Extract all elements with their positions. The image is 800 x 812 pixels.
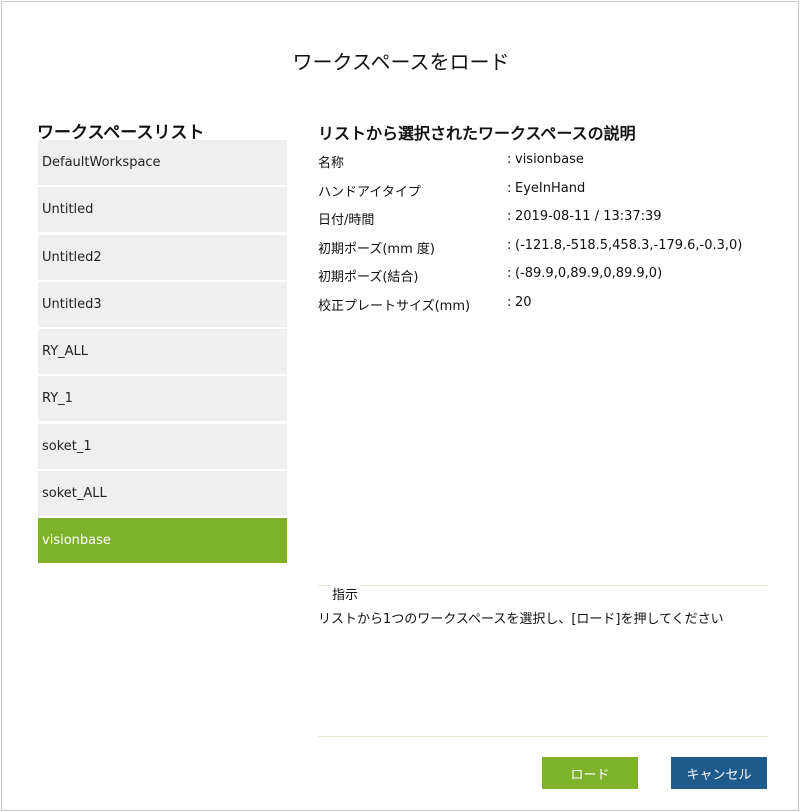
workspace-list-item[interactable]: Untitled: [38, 187, 287, 233]
detail-key: ハンドアイタイプ: [318, 184, 421, 200]
workspace-list: DefaultWorkspace Untitled Untitled2 Unti…: [38, 140, 287, 566]
instruction-text: リストから1つのワークスペースを選択し、[ロード]を押してください: [318, 612, 724, 627]
detail-separator: :: [507, 294, 512, 310]
detail-value: 20: [515, 294, 532, 310]
detail-key: 日付/時間: [318, 213, 375, 229]
detail-value: (-89.9,0,89.9,0,89.9,0): [515, 266, 663, 282]
workspace-list-item[interactable]: Untitled3: [38, 281, 287, 327]
detail-key: 校正プレートサイズ(mm): [318, 298, 471, 314]
workspace-item-label: Untitled3: [42, 296, 102, 312]
workspace-list-item[interactable]: soket_1: [38, 423, 287, 469]
description-heading: リストから選択されたワークスペースの説明: [318, 124, 636, 143]
detail-separator: :: [507, 152, 512, 167]
workspace-item-label: Untitled2: [42, 249, 102, 265]
detail-key: 初期ポーズ(mm 度): [318, 241, 435, 257]
detail-separator: :: [507, 180, 512, 196]
workspace-item-label: soket_1: [42, 438, 92, 454]
detail-row-initial-pose-joint: 初期ポーズ(結合) : (-89.9,0,89.9,0,89.9,0): [318, 266, 778, 295]
workspace-item-label: RY_ALL: [42, 344, 89, 360]
detail-key: 名称: [318, 156, 345, 171]
detail-separator: :: [507, 209, 512, 225]
workspace-list-item[interactable]: DefaultWorkspace: [38, 140, 287, 185]
workspace-list-item-selected[interactable]: visionbase: [38, 518, 287, 564]
detail-value: (-121.8,-518.5,458.3,-179.6,-0.3,0): [515, 237, 743, 253]
load-button[interactable]: ロード: [542, 757, 638, 789]
workspace-list-item[interactable]: RY_ALL: [38, 329, 287, 375]
workspace-item-label: DefaultWorkspace: [42, 155, 161, 170]
instruction-label: 指示: [330, 584, 361, 603]
detail-row-datetime: 日付/時間 : 2019-08-11 / 13:37:39: [318, 209, 778, 238]
detail-value: EyeInHand: [515, 180, 586, 196]
workspace-item-label: Untitled: [42, 202, 94, 218]
workspace-list-item[interactable]: Untitled2: [38, 234, 287, 280]
detail-value: visionbase: [515, 152, 584, 167]
workspace-item-label: visionbase: [42, 533, 111, 549]
description-details: 名称 : visionbase ハンドアイタイプ : EyeInHand 日付/…: [318, 152, 778, 324]
detail-row-hand-eye-type: ハンドアイタイプ : EyeInHand: [318, 181, 778, 210]
workspace-item-label: RY_1: [42, 391, 73, 407]
instruction-box: 指示 リストから1つのワークスペースを選択し、[ロード]を押してください: [318, 584, 768, 737]
workspace-list-item[interactable]: soket_ALL: [38, 471, 287, 517]
detail-separator: :: [507, 266, 512, 282]
detail-value: 2019-08-11 / 13:37:39: [515, 209, 662, 225]
dialog-title: ワークスペースをロード: [292, 50, 510, 74]
load-workspace-dialog: ワークスペースをロード ワークスペースリスト DefaultWorkspace …: [1, 1, 799, 811]
workspace-item-label: soket_ALL: [42, 486, 107, 502]
workspace-list-item[interactable]: RY_1: [38, 376, 287, 422]
cancel-button[interactable]: キャンセル: [671, 757, 767, 789]
detail-row-initial-pose-mm: 初期ポーズ(mm 度) : (-121.8,-518.5,458.3,-179.…: [318, 238, 778, 267]
detail-separator: :: [507, 237, 512, 253]
detail-row-plate-size: 校正プレートサイズ(mm) : 20: [318, 295, 778, 324]
detail-row-name: 名称 : visionbase: [318, 152, 778, 181]
detail-key: 初期ポーズ(結合): [318, 270, 419, 286]
